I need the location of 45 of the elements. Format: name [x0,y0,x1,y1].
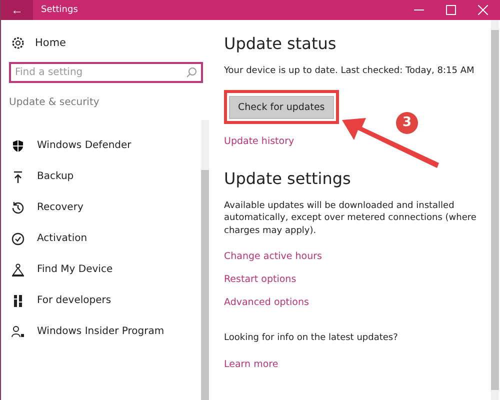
section-heading: Update settings [224,168,351,188]
search-icon [186,67,197,78]
history-icon [11,200,25,214]
scrollbar[interactable] [491,20,499,400]
window-title: Settings [41,5,79,15]
item-label: Windows Defender [37,140,132,151]
scrollbar[interactable] [201,120,209,400]
item-label: Activation [37,233,88,244]
person-icon [11,262,25,276]
settings-link[interactable]: Advanced options [224,297,309,308]
section-heading: Update & security [9,97,100,108]
person-icon [11,324,25,338]
sidebar-item[interactable]: Windows Insider Program [11,316,201,347]
info-text: Looking for info on the latest updates? [224,332,399,345]
tools-icon [11,294,25,308]
step-badge: 3 [396,112,418,134]
status-text: Your device is up to date. Last checked: Today, 8:15 AM [224,65,476,78]
gear-icon [11,36,25,50]
search-field[interactable]: Find a setting [9,62,203,83]
settings-link[interactable]: Restart options [224,274,296,286]
update-history-link[interactable]: Update history [224,136,294,147]
sidebar-item[interactable]: Activation [11,223,201,254]
upload-icon [11,170,25,184]
close-icon[interactable] [478,5,488,15]
sidebar-item[interactable]: Find My Device [11,254,201,285]
back-button[interactable]: ← [1,0,33,20]
item-label: Backup [37,171,74,182]
maximize-icon[interactable] [446,5,456,15]
learn-more-link[interactable]: Learn more [224,358,278,370]
sidebar-item[interactable]: Backup [11,161,201,192]
item-label: Windows Insider Program [37,326,164,337]
sidebar-item[interactable]: Windows Defender [11,130,201,161]
sidebar-item[interactable]: Recovery [11,192,201,223]
section-heading: Update status [224,34,336,53]
item-label: For developers [37,295,112,306]
item-label: Recovery [37,202,84,213]
check-updates-button[interactable]: Check for updates [229,96,334,119]
sidebar-item[interactable]: For developers [11,285,201,316]
settings-link[interactable]: Change active hours [224,251,322,262]
check-circle-icon [11,232,25,246]
item-label: Find My Device [37,264,113,275]
settings-text: Available updates will be downloaded and installed automatically, except over metered connections (where charges may apply). [224,200,478,238]
shield-icon [11,138,25,152]
home-item[interactable]: Home [11,36,211,50]
home-label: Home [35,37,66,49]
